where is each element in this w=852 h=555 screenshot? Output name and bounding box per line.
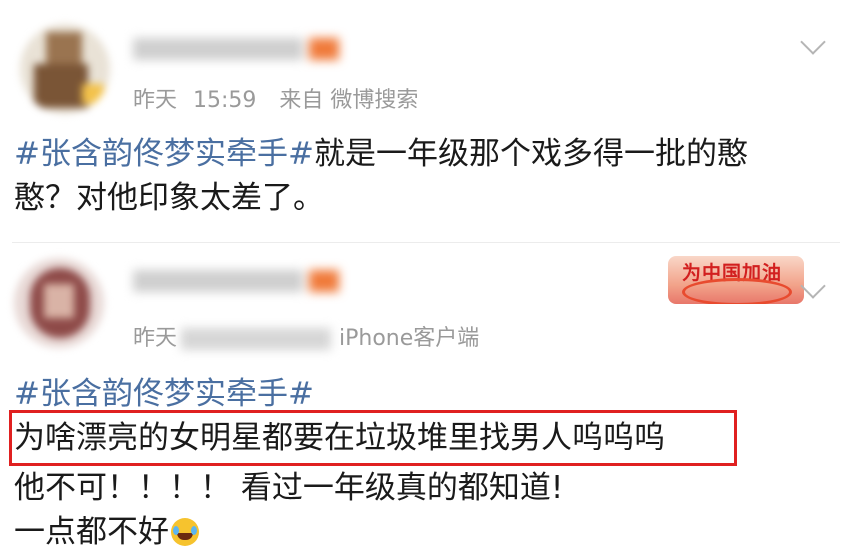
hashtag-link[interactable]: #张含韵佟梦实牵手# — [14, 136, 314, 172]
post-line-2: 憨？对他印象太差了。 — [14, 180, 324, 216]
post-date: 昨天 — [133, 88, 178, 113]
post-meta: 昨天 15:59 来自 微博搜索 — [133, 82, 434, 114]
post-divider — [12, 242, 840, 243]
post-line-3-text: 一点都不好 — [14, 514, 169, 550]
highlighted-line: 为啥漂亮的女明星都要在垃圾堆里找男人呜呜呜 — [14, 420, 665, 456]
hashtag-link[interactable]: #张含韵佟梦实牵手# — [14, 376, 314, 412]
username-blurred[interactable] — [133, 264, 343, 298]
username-blurred[interactable] — [133, 32, 343, 66]
post-source: 来自 微博搜索 — [279, 88, 419, 113]
meta-blurred — [181, 328, 332, 350]
avatar[interactable] — [14, 258, 104, 348]
chevron-down-icon[interactable] — [800, 29, 826, 55]
post-source: iPhone客户端 — [339, 326, 480, 351]
post-line-3: 一点都不好 — [14, 510, 199, 554]
chevron-down-icon[interactable] — [800, 273, 826, 299]
badge-icon: 为中国加油 — [668, 256, 804, 304]
badge-ring — [682, 278, 792, 304]
post-meta: 昨天 iPhone客户端 — [133, 320, 495, 352]
post-text: 就是一年级那个戏多得一批的憨 — [313, 136, 748, 172]
laugh-cry-emoji-icon — [171, 518, 199, 546]
post-body: #张含韵佟梦实牵手#就是一年级那个戏多得一批的憨 憨？对他印象太差了。 — [14, 132, 834, 220]
post-line-2: 他不可！！！！ 看过一年级真的都知道! — [14, 470, 564, 506]
avatar[interactable] — [20, 24, 110, 114]
post-line-1: #张含韵佟梦实牵手#就是一年级那个戏多得一批的憨 — [14, 132, 834, 176]
post-date: 昨天 — [133, 326, 178, 351]
post-time: 15:59 — [193, 88, 257, 113]
weibo-post-1: 昨天 15:59 来自 微博搜索 #张含韵佟梦实牵手#就是一年级那个戏多得一批的憨… — [0, 0, 852, 240]
